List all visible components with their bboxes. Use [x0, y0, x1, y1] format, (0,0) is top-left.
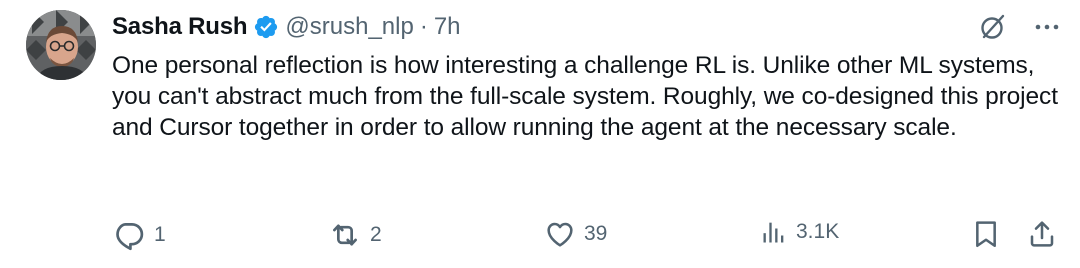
- share-icon: [1026, 218, 1058, 250]
- tweet-text: One personal reflection is how interesti…: [112, 52, 1058, 141]
- grok-icon[interactable]: [978, 12, 1008, 42]
- avatar[interactable]: [26, 10, 96, 80]
- repost-count: 2: [370, 223, 382, 246]
- author-name[interactable]: Sasha Rush: [112, 13, 248, 41]
- verified-badge-icon: [253, 14, 279, 40]
- more-icon[interactable]: [1032, 12, 1062, 42]
- share-button[interactable]: [1026, 218, 1058, 250]
- bookmark-icon: [970, 218, 1002, 250]
- tweet-actions-bar: 1 2 39 3.1K: [0, 218, 1080, 258]
- repost-button[interactable]: 2: [328, 218, 382, 252]
- reply-count: 1: [154, 223, 166, 246]
- author-handle[interactable]: @srush_nlp: [285, 13, 413, 41]
- views-count: 3.1K: [796, 220, 840, 243]
- separator-dot: ·: [419, 13, 428, 40]
- avatar-image: [26, 10, 96, 80]
- bookmark-button[interactable]: [970, 218, 1002, 250]
- reply-icon: [112, 218, 146, 252]
- like-count: 39: [584, 222, 608, 245]
- repost-icon: [328, 218, 362, 252]
- tweet-header: Sasha Rush @srush_nlp · 7h: [112, 10, 461, 44]
- reply-button[interactable]: 1: [112, 218, 166, 252]
- like-button[interactable]: 39: [544, 218, 607, 250]
- views-icon: [760, 218, 788, 246]
- timestamp[interactable]: 7h: [434, 13, 461, 41]
- views-button[interactable]: 3.1K: [760, 218, 839, 246]
- heart-icon: [544, 218, 576, 250]
- tweet-top-actions: [978, 12, 1062, 42]
